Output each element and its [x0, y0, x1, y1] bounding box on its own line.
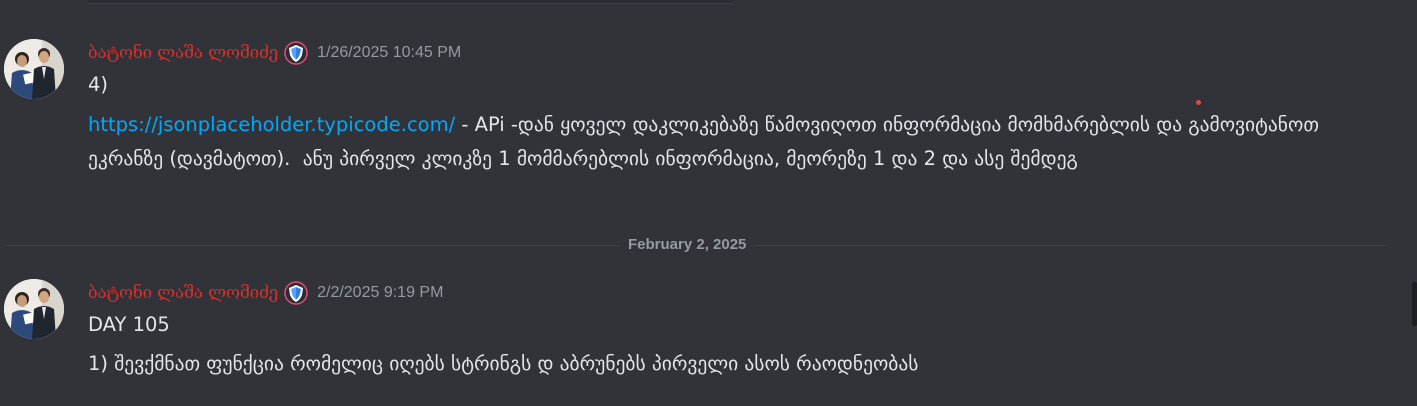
avatar[interactable]	[4, 39, 64, 99]
username[interactable]: ბატონი ლაშა ლომიძე	[88, 43, 278, 63]
shield-badge-icon[interactable]	[284, 281, 308, 305]
username[interactable]: ბატონი ლაშა ლომიძე	[88, 283, 278, 303]
message-line: DAY 105	[88, 313, 170, 336]
message-line: 4)	[88, 73, 109, 96]
message-body: 1) შევქმნათ ფუნქცია რომელიც იღებს სტრინგ…	[88, 352, 919, 375]
previous-embed-edge	[88, 0, 733, 4]
unread-indicator-dot	[1196, 100, 1201, 105]
message-header: ბატონი ლაშა ლომიძე 1/26/2025 10:45 PM	[88, 40, 461, 66]
shield-badge-icon[interactable]	[284, 41, 308, 65]
timestamp[interactable]: 1/26/2025 10:45 PM	[317, 44, 461, 62]
message-body: https://jsonplaceholder.typicode.com/ - …	[88, 108, 1328, 176]
date-divider-label: February 2, 2025	[620, 235, 755, 255]
scrollbar-thumb[interactable]	[1412, 282, 1417, 326]
avatar[interactable]	[4, 279, 64, 339]
timestamp[interactable]: 2/2/2025 9:19 PM	[317, 284, 443, 302]
message-link[interactable]: https://jsonplaceholder.typicode.com/	[88, 113, 455, 136]
message-header: ბატონი ლაშა ლომიძე 2/2/2025 9:19 PM	[88, 280, 443, 306]
